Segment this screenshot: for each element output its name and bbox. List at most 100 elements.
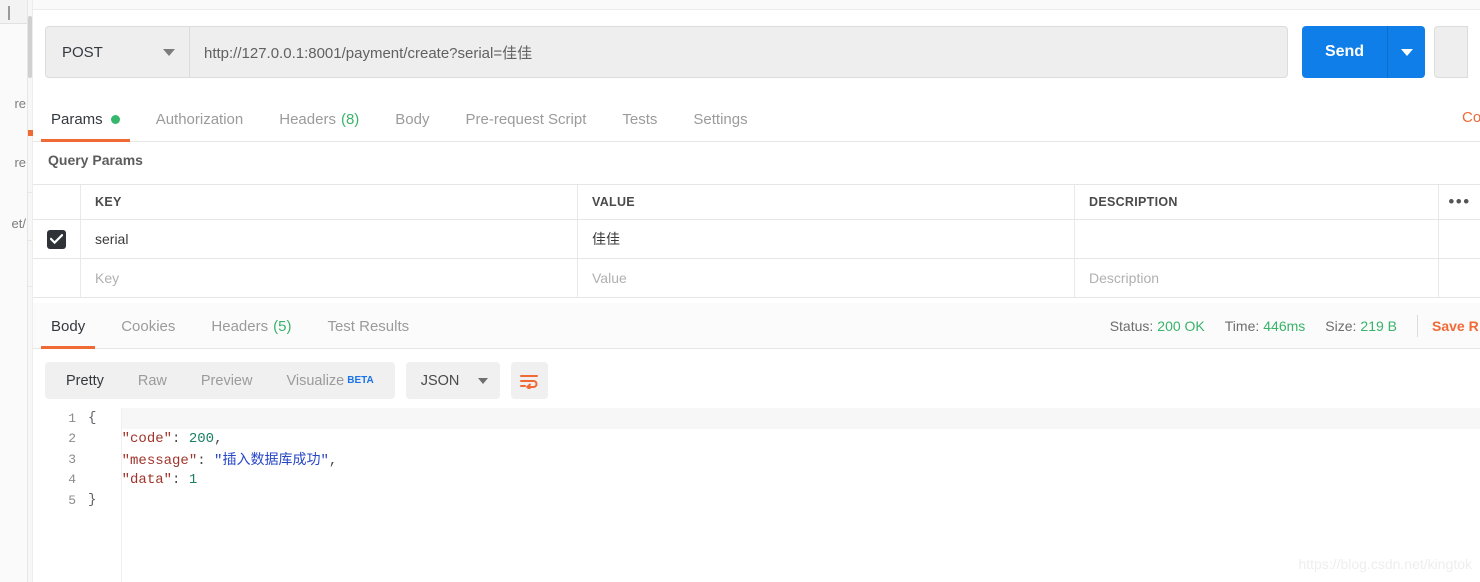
tab-authorization[interactable]: Authorization (138, 98, 262, 141)
send-options-button[interactable] (1387, 26, 1425, 78)
sidebar-clipped: re re et/ (0, 0, 28, 582)
row-checkbox-cell (33, 220, 81, 258)
size-value: 219 B (1360, 318, 1397, 334)
tab-body[interactable]: Body (377, 98, 447, 141)
param-key-value: serial (95, 231, 129, 247)
status-badge: Status: 200 OK (1110, 318, 1205, 334)
view-mode-label: Preview (200, 372, 253, 389)
http-method-select[interactable]: POST (45, 26, 189, 78)
tab-label: Body (51, 318, 86, 335)
beta-badge: BETA (347, 375, 374, 386)
line-number: 2 (68, 431, 76, 447)
response-headers-count-badge: (5) (273, 318, 292, 335)
description-placeholder: Description (1089, 270, 1160, 286)
params-modified-dot-icon (110, 115, 120, 124)
view-mode-label: Visualize (286, 372, 345, 389)
active-line-highlight (122, 408, 1480, 429)
header-cell-key: KEY (81, 185, 578, 219)
code-line: 3 "message": "插入数据库成功", (33, 449, 1480, 470)
tab-pre-request-script[interactable]: Pre-request Script (448, 98, 605, 141)
response-tab-headers[interactable]: Headers (5) (193, 305, 309, 348)
tab-settings[interactable]: Settings (675, 98, 765, 141)
query-params-table: KEY VALUE DESCRIPTION ••• serial 佳佳 Key … (33, 184, 1480, 298)
table-row-empty: Key Value Description (33, 259, 1480, 298)
sidebar-item-label[interactable]: re (0, 96, 27, 111)
view-mode-pretty[interactable]: Pretty (49, 362, 121, 399)
response-tab-test-results[interactable]: Test Results (309, 305, 427, 348)
tab-label: Params (51, 111, 103, 128)
column-header-label: VALUE (592, 195, 635, 209)
chevron-down-icon (1400, 48, 1413, 56)
response-tab-cookies[interactable]: Cookies (103, 305, 193, 348)
chevron-down-icon (163, 48, 175, 56)
tab-tests[interactable]: Tests (604, 98, 675, 141)
sidebar-item-label[interactable]: re (0, 155, 27, 170)
param-value-value: 佳佳 (592, 231, 620, 247)
save-response-button[interactable]: Save R (1432, 318, 1480, 334)
response-format-select[interactable]: JSON (405, 362, 500, 399)
row-actions-cell (1438, 220, 1480, 258)
view-mode-group: Pretty Raw Preview Visualize BETA (45, 362, 395, 399)
row-actions-cell-empty (1438, 259, 1480, 297)
response-body-viewer[interactable]: 1 { 2 "code": 200, 3 "message": "插入数据库成功… (33, 408, 1480, 582)
line-number: 5 (68, 492, 76, 508)
tab-label: Settings (693, 111, 748, 128)
response-tab-body[interactable]: Body (33, 305, 103, 349)
send-button[interactable]: Send (1302, 26, 1387, 78)
watermark: https://blog.csdn.net/kingtok (1298, 556, 1472, 572)
param-value-input[interactable]: 佳佳 (578, 220, 1075, 258)
param-description-input[interactable] (1075, 220, 1438, 258)
send-button-group: Send (1302, 26, 1425, 78)
tab-headers[interactable]: Headers (8) (261, 98, 377, 141)
time-label: Time: (1224, 318, 1260, 334)
header-cell-value: VALUE (578, 185, 1075, 219)
sidebar-top-bar (0, 0, 27, 24)
wrap-text-icon (520, 374, 539, 389)
sidebar-scrollbar-thumb[interactable] (28, 16, 32, 78)
code-line: 5 } (33, 490, 1480, 511)
view-mode-visualize[interactable]: Visualize BETA (269, 362, 390, 399)
cookies-link[interactable]: Co (1462, 109, 1480, 126)
tab-label: Body (395, 111, 430, 128)
header-cell-checkbox (33, 185, 81, 219)
view-mode-preview[interactable]: Preview (184, 362, 270, 399)
url-input[interactable]: http://127.0.0.1:8001/payment/create?ser… (189, 26, 1288, 78)
new-param-key-input[interactable]: Key (81, 259, 578, 297)
request-tabs: Params Authorization Headers (8) Body Pr… (33, 98, 1480, 142)
tab-label: Headers (279, 111, 336, 128)
text-cursor (8, 6, 10, 20)
code-line: 2 "code": 200, (33, 429, 1480, 450)
column-header-label: KEY (95, 195, 122, 209)
code-line-text: } (88, 492, 97, 509)
sidebar-item-label[interactable]: et/ (0, 216, 27, 231)
response-meta: Status: 200 OK Time: 446ms Size: 219 B Save… (1110, 315, 1480, 337)
line-number: 1 (68, 410, 76, 426)
wrap-text-button[interactable] (510, 362, 548, 399)
chevron-down-icon (477, 377, 488, 384)
tab-label: Headers (211, 318, 269, 335)
new-param-description-input[interactable]: Description (1075, 259, 1438, 297)
bulk-edit-button[interactable]: ••• (1438, 185, 1480, 219)
view-mode-label: Raw (137, 372, 167, 389)
header-cell-description: DESCRIPTION (1075, 185, 1438, 219)
line-number: 4 (68, 472, 76, 488)
query-params-title: Query Params (48, 152, 143, 168)
param-enabled-checkbox[interactable] (47, 229, 66, 249)
code-line: 4 "data": 1 (33, 470, 1480, 491)
request-url-row: POST http://127.0.0.1:8001/payment/creat… (45, 26, 1468, 78)
tab-label: Test Results (327, 318, 410, 335)
table-row: serial 佳佳 (33, 220, 1480, 259)
tab-label: Cookies (121, 318, 176, 335)
new-param-value-input[interactable]: Value (578, 259, 1075, 297)
table-header-row: KEY VALUE DESCRIPTION ••• (33, 185, 1480, 220)
save-button-clipped[interactable] (1434, 26, 1468, 78)
divider (1417, 315, 1418, 337)
tab-params[interactable]: Params (33, 98, 138, 142)
view-mode-raw[interactable]: Raw (121, 362, 184, 399)
tab-strip-remnant (33, 0, 1480, 10)
time-badge: Time: 446ms (1225, 318, 1306, 334)
line-number: 3 (68, 451, 76, 467)
param-key-input[interactable]: serial (81, 220, 578, 258)
tab-label: Tests (622, 111, 658, 128)
view-mode-label: Pretty (66, 372, 104, 389)
